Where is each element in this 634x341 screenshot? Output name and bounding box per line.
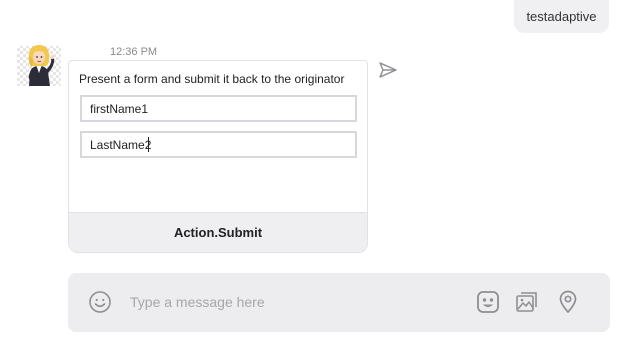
last-name-input[interactable] xyxy=(80,131,357,158)
send-icon[interactable] xyxy=(378,60,398,80)
first-name-input[interactable] xyxy=(80,95,357,122)
bot-avatar-icon xyxy=(17,45,61,86)
text-caret xyxy=(148,137,149,152)
sticker-icon[interactable] xyxy=(476,290,500,314)
location-icon[interactable] xyxy=(556,290,580,314)
adaptive-card: Present a form and submit it back to the… xyxy=(68,60,368,253)
outgoing-message-text: testadaptive xyxy=(526,9,597,24)
emoji-icon[interactable] xyxy=(88,290,112,314)
submit-action-label: Action.Submit xyxy=(173,225,263,240)
gallery-icon[interactable] xyxy=(515,290,539,314)
message-timestamp: 12:36 PM xyxy=(110,46,158,58)
outgoing-message-bubble: testadaptive xyxy=(514,0,609,33)
message-composer xyxy=(68,273,610,332)
card-body-text: Present a form and submit it back to the… xyxy=(79,72,345,86)
message-input[interactable] xyxy=(130,289,450,315)
submit-action-button[interactable]: Action.Submit xyxy=(69,212,367,252)
